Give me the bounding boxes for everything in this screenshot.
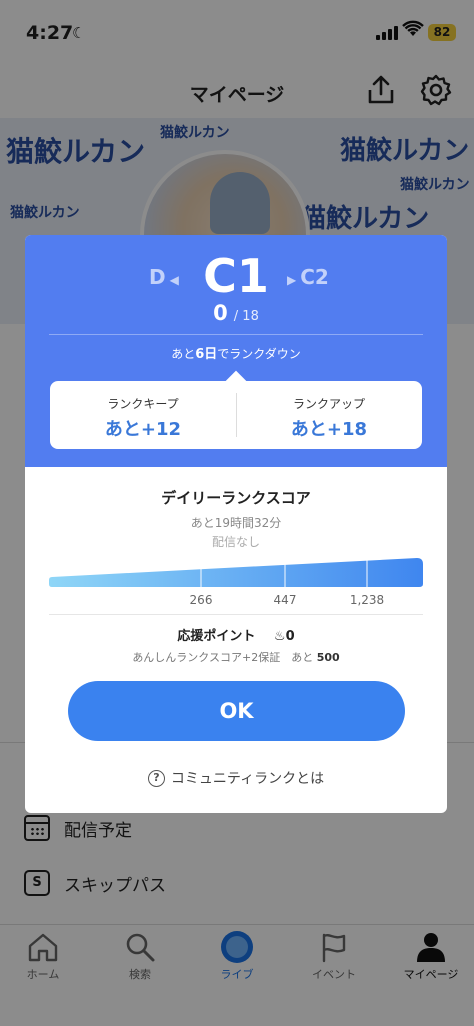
score-tick-label: 447 bbox=[273, 593, 297, 607]
community-rank-link[interactable]: ? コミュニティランクとは bbox=[25, 768, 447, 788]
ok-button[interactable]: OK bbox=[68, 681, 405, 741]
support-points: 応援ポイント ♨0 bbox=[25, 625, 447, 644]
daily-time-remaining: あと19時間32分 bbox=[190, 516, 282, 530]
divider bbox=[49, 614, 423, 615]
rank-up-value: あと+18 bbox=[290, 419, 368, 440]
rank-score-max: 18 bbox=[242, 309, 259, 324]
right-arrow-icon: ▶ bbox=[287, 273, 297, 287]
support-points-icon: ♨ bbox=[273, 629, 286, 644]
rank-keep-label: ランクキープ bbox=[107, 397, 179, 411]
support-points-value: 0 bbox=[285, 629, 295, 644]
support-points-remaining: 500 bbox=[316, 651, 340, 664]
rankdown-notice: あと6日でランクダウン bbox=[171, 347, 301, 362]
support-points-label: 応援ポイント bbox=[177, 629, 256, 644]
daily-score-title: デイリーランクスコア bbox=[161, 489, 311, 507]
next-rank: ▶ C2 bbox=[287, 265, 329, 289]
daily-status: 配信なし bbox=[211, 535, 260, 549]
rank-score: 0/ 18 bbox=[213, 301, 259, 325]
rankdown-days: 6日 bbox=[195, 347, 218, 362]
rank-up-label: ランクアップ bbox=[292, 397, 365, 411]
score-tick-label: 1,238 bbox=[349, 593, 385, 607]
support-points-note: あんしんランクスコア+2保証 あと 500 bbox=[132, 651, 340, 664]
score-progress-bar bbox=[49, 556, 423, 587]
divider bbox=[49, 334, 423, 335]
rank-modal: D ◀ C1 ▶ C2 0/ 18 あと6日でランクダウン ランクキープ あと+12… bbox=[25, 235, 447, 813]
help-icon: ? bbox=[147, 769, 165, 787]
community-rank-link-label: コミュニティランクとは bbox=[170, 771, 325, 787]
current-rank: C1 bbox=[203, 249, 269, 303]
score-tick-label: 266 bbox=[189, 593, 213, 607]
rank-keep-value: あと+12 bbox=[104, 419, 182, 440]
rank-score-value: 0 bbox=[213, 301, 228, 325]
